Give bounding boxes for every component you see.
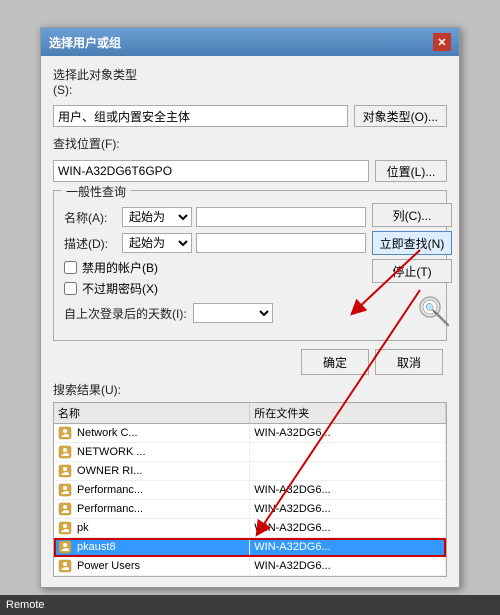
user-group-icon: [58, 483, 72, 497]
location-row: 查找位置(F):: [53, 135, 447, 152]
row-name: Performanc...: [54, 500, 250, 519]
table-row[interactable]: pkaust8 WIN-A32DG6...: [54, 538, 446, 557]
object-type-button[interactable]: 对象类型(O)...: [354, 105, 447, 127]
table-row[interactable]: pk WIN-A32DG6...: [54, 519, 446, 538]
row-folder: [250, 462, 446, 481]
object-type-input-row: 对象类型(O)...: [53, 105, 447, 127]
col-name-header: 名称: [54, 403, 250, 424]
object-type-input-group: 对象类型(O)...: [53, 105, 447, 127]
action-buttons-row: 确定 取消: [53, 349, 447, 375]
search-icon: 🔍: [416, 293, 452, 332]
results-table: 名称 所在文件夹 Network C... WIN-A32DG6...: [54, 403, 446, 577]
user-group-icon: [58, 464, 72, 478]
row-name: Network C...: [54, 424, 250, 443]
no-expire-pwd-label: 不过期密码(X): [82, 280, 158, 297]
table-row[interactable]: Power Users WIN-A32DG6...: [54, 557, 446, 576]
select-user-group-dialog: 选择用户或组 ✕ 选择此对象类型(S): 对象类型(O)... 查找位置(F):…: [40, 27, 460, 588]
location-input[interactable]: [53, 160, 369, 182]
object-type-input[interactable]: [53, 105, 348, 127]
confirm-button[interactable]: 确定: [301, 349, 369, 375]
search-now-button[interactable]: 立即查找(N): [372, 231, 452, 255]
svg-text:🔍: 🔍: [425, 302, 437, 315]
taskbar-text: Remote: [6, 599, 45, 611]
results-section: 搜索结果(U): 名称 所在文件夹 Network C...: [53, 381, 447, 577]
table-row[interactable]: Network C... WIN-A32DG6...: [54, 424, 446, 443]
user-group-icon: [58, 559, 72, 573]
desc-row: 描述(D): 起始为: [64, 233, 366, 253]
table-row[interactable]: Remote De... WIN-A32DG6...: [54, 576, 446, 578]
name-condition-select[interactable]: 起始为: [122, 207, 192, 227]
row-name: OWNER RI...: [54, 462, 250, 481]
row-name: pk: [54, 519, 250, 538]
table-row[interactable]: OWNER RI...: [54, 462, 446, 481]
col-folder-header: 所在文件夹: [250, 403, 446, 424]
row-folder: WIN-A32DG6...: [250, 519, 446, 538]
row-folder: WIN-A32DG6...: [250, 424, 446, 443]
results-table-wrapper[interactable]: 名称 所在文件夹 Network C... WIN-A32DG6...: [53, 402, 447, 577]
taskbar: Remote: [0, 595, 500, 615]
dialog-body: 选择此对象类型(S): 对象类型(O)... 查找位置(F): 位置(L)...…: [41, 56, 459, 587]
desc-value-input[interactable]: [196, 233, 366, 253]
row-folder: WIN-A32DG6...: [250, 538, 446, 557]
table-row[interactable]: NETWORK ...: [54, 443, 446, 462]
row-name: Performanc...: [54, 481, 250, 500]
table-row[interactable]: Performanc... WIN-A32DG6...: [54, 481, 446, 500]
location-label: 查找位置(F):: [53, 135, 143, 152]
location-button[interactable]: 位置(L)...: [375, 160, 447, 182]
user-group-icon: [58, 502, 72, 516]
last-login-label: 自上次登录后的天数(I):: [64, 305, 187, 322]
row-name: Power Users: [54, 557, 250, 576]
desc-condition-select[interactable]: 起始为: [122, 233, 192, 253]
cancel-button[interactable]: 取消: [375, 349, 443, 375]
group-right-buttons: 列(C)... 立即查找(N) 停止(T) 🔍: [366, 203, 452, 332]
group-left: 名称(A): 起始为 描述(D): 起始为: [64, 203, 366, 332]
close-button[interactable]: ✕: [433, 33, 451, 51]
object-type-label: 选择此对象类型(S):: [53, 66, 143, 97]
stop-button[interactable]: 停止(T): [372, 259, 452, 283]
row-folder: WIN-A32DG6...: [250, 500, 446, 519]
row-folder: [250, 443, 446, 462]
last-login-select[interactable]: [193, 303, 273, 323]
object-type-row: 选择此对象类型(S):: [53, 66, 447, 97]
table-row[interactable]: Performanc... WIN-A32DG6...: [54, 500, 446, 519]
row-name: Remote De...: [54, 576, 250, 578]
user-group-icon: [58, 445, 72, 459]
name-label: 名称(A):: [64, 209, 122, 226]
disabled-accounts-label: 禁用的帐户(B): [82, 259, 158, 276]
user-group-icon: [58, 426, 72, 440]
row-folder: WIN-A32DG6...: [250, 576, 446, 578]
user-group-icon: [58, 521, 72, 535]
location-input-group: 位置(L)...: [53, 160, 447, 182]
dialog-title: 选择用户或组: [49, 34, 121, 51]
general-query-tab[interactable]: 一般性查询: [62, 183, 130, 200]
location-input-row: 位置(L)...: [53, 160, 447, 182]
user-group-icon: [58, 540, 72, 554]
desc-select-group: 起始为: [122, 233, 366, 253]
disabled-accounts-checkbox[interactable]: [64, 261, 77, 274]
row-name: pkaust8: [54, 538, 250, 557]
no-expire-pwd-row: 不过期密码(X): [64, 280, 366, 297]
row-folder: WIN-A32DG6...: [250, 481, 446, 500]
title-bar: 选择用户或组 ✕: [41, 28, 459, 56]
name-row: 名称(A): 起始为: [64, 207, 366, 227]
group-inner: 名称(A): 起始为 描述(D): 起始为: [64, 203, 436, 332]
results-label: 搜索结果(U):: [53, 381, 447, 398]
desc-label: 描述(D):: [64, 235, 122, 252]
no-expire-pwd-checkbox[interactable]: [64, 282, 77, 295]
row-name: NETWORK ...: [54, 443, 250, 462]
last-login-row: 自上次登录后的天数(I):: [64, 303, 366, 323]
disabled-accounts-row: 禁用的帐户(B): [64, 259, 366, 276]
columns-button[interactable]: 列(C)...: [372, 203, 452, 227]
row-folder: WIN-A32DG6...: [250, 557, 446, 576]
name-value-input[interactable]: [196, 207, 366, 227]
general-query-groupbox: 一般性查询 名称(A): 起始为 描述(D):: [53, 190, 447, 341]
name-select-group: 起始为: [122, 207, 366, 227]
